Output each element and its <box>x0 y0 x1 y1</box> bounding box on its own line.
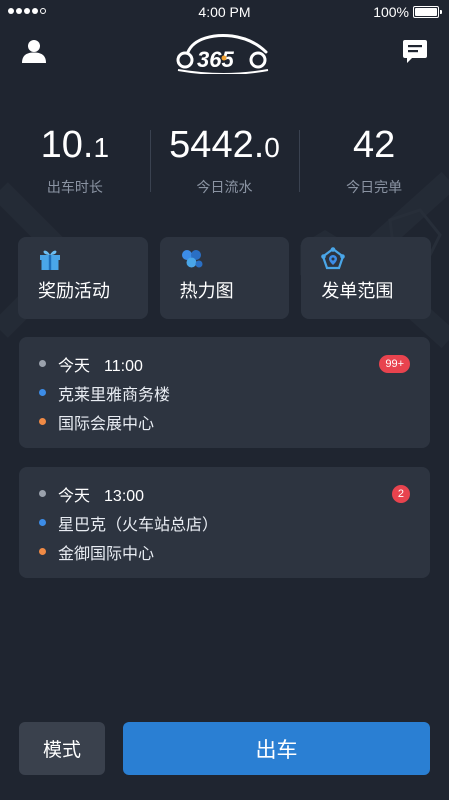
mode-button[interactable]: 模式 <box>19 722 105 775</box>
order-time: 今天 11:00 <box>58 355 143 375</box>
stat-value: 5442.0 <box>169 124 280 166</box>
heatmap-icon <box>181 250 203 268</box>
stat-drive-duration: 10.1 出车时长 <box>0 122 150 202</box>
order-time-row: 今天 11:00 99+ <box>39 349 410 378</box>
order-card[interactable]: 今天 13:00 2 星巴克（火车站总店） 金御国际中心 <box>19 467 430 578</box>
order-from-row: 星巴克（火车站总店） <box>39 508 410 537</box>
range-icon <box>321 247 346 270</box>
order-time-row: 今天 13:00 2 <box>39 479 410 508</box>
order-badge: 99+ <box>379 354 410 373</box>
battery-percentage: 100% <box>373 4 409 20</box>
order-badge: 2 <box>391 484 410 503</box>
tile-dispatch-range[interactable]: 发单范围 <box>301 237 432 319</box>
gift-icon <box>40 250 60 270</box>
order-destination: 金御国际中心 <box>58 543 155 563</box>
status-bar: 4:00 PM 100% <box>0 0 449 24</box>
destination-dot-icon <box>39 418 46 425</box>
user-icon[interactable] <box>21 38 47 64</box>
tile-rewards[interactable]: 奖励活动 <box>18 237 148 319</box>
message-icon[interactable] <box>402 38 428 64</box>
clock-dot-icon <box>39 360 46 367</box>
stat-today-revenue: 5442.0 今日流水 <box>149 122 300 202</box>
tile-heatmap[interactable]: 热力图 <box>159 237 290 319</box>
stat-value: 10.1 <box>40 124 110 166</box>
origin-dot-icon <box>39 519 46 526</box>
tile-label: 发单范围 <box>321 281 394 302</box>
start-driving-button[interactable]: 出车 <box>123 722 430 775</box>
order-origin: 星巴克（火车站总店） <box>58 514 219 534</box>
battery-icon <box>413 6 442 18</box>
order-origin: 克莱里雅商务楼 <box>58 384 171 404</box>
stat-label: 今日流水 <box>196 180 253 196</box>
stat-label: 今日完单 <box>346 180 403 196</box>
destination-dot-icon <box>39 548 46 555</box>
stat-today-orders: 42 今日完单 <box>299 122 449 202</box>
order-time: 今天 13:00 <box>58 485 145 505</box>
order-card[interactable]: 今天 11:00 99+ 克莱里雅商务楼 国际会展中心 <box>19 337 430 448</box>
tile-label: 奖励活动 <box>38 281 110 302</box>
app-logo: 365 <box>176 34 269 74</box>
logo-text: 365 <box>197 47 234 72</box>
stats-panel: 10.1 出车时长 5442.0 今日流水 42 今日完单 <box>0 122 449 202</box>
origin-dot-icon <box>39 389 46 396</box>
order-from-row: 克莱里雅商务楼 <box>39 378 410 407</box>
stat-value: 42 <box>353 124 396 166</box>
stat-label: 出车时长 <box>46 180 103 196</box>
order-destination: 国际会展中心 <box>58 413 155 433</box>
order-to-row: 金御国际中心 <box>39 537 410 566</box>
order-to-row: 国际会展中心 <box>39 407 410 436</box>
clock-dot-icon <box>39 490 46 497</box>
tile-label: 热力图 <box>179 281 234 302</box>
feature-tiles: 奖励活动 热力图 发单范围 <box>18 237 432 319</box>
